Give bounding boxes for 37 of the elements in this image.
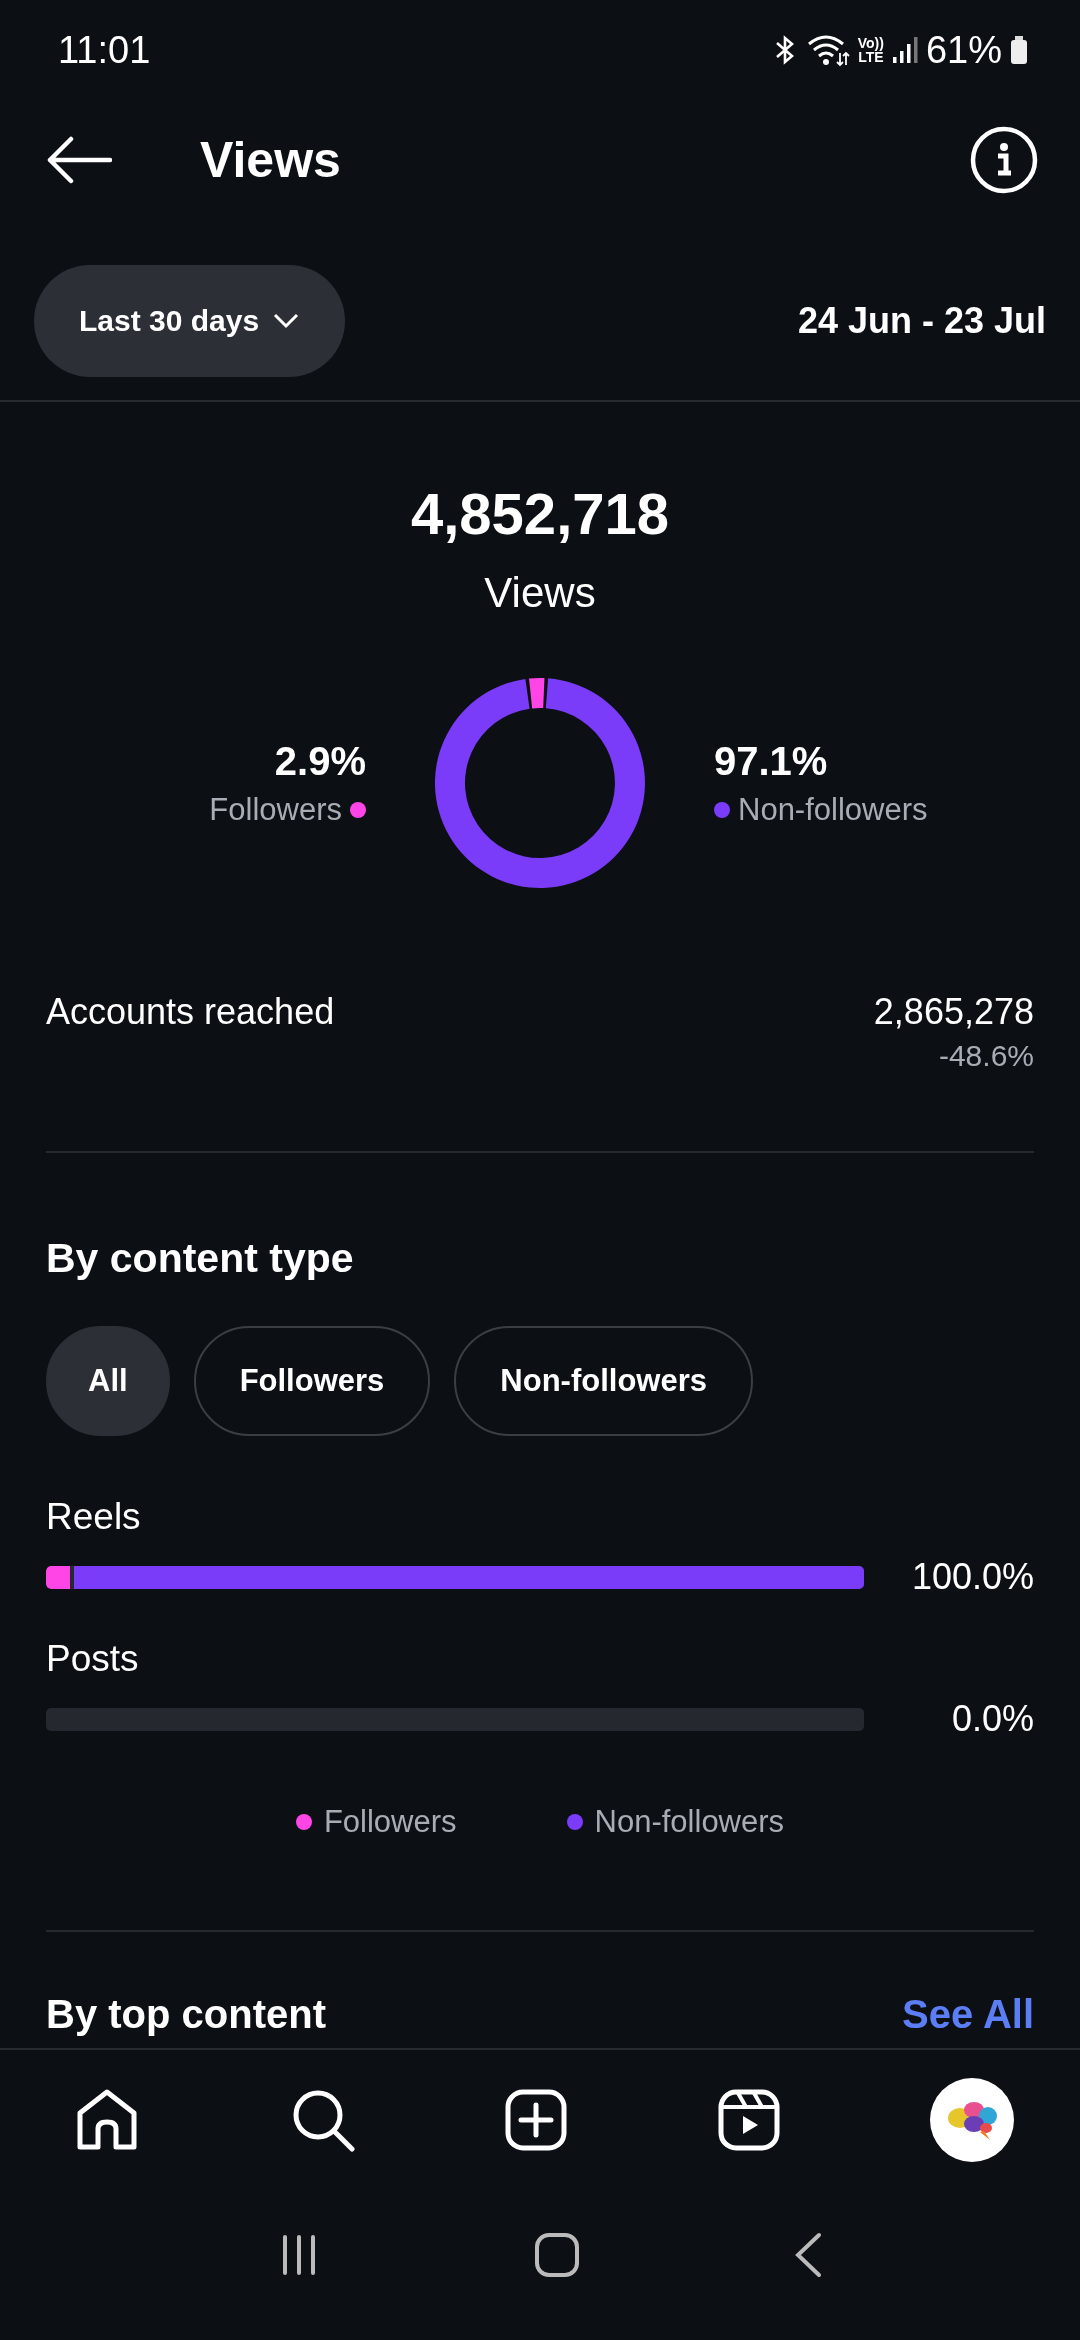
see-all-link[interactable]: See All bbox=[902, 1992, 1034, 2037]
volte-indicator: Vo)) LTE bbox=[857, 36, 884, 64]
filter-chip[interactable]: Non-followers bbox=[454, 1326, 753, 1436]
filter-chip[interactable]: Followers bbox=[193, 1326, 431, 1436]
section-title: By top content bbox=[46, 1992, 326, 2037]
content-type-percent: 0.0% bbox=[950, 1698, 1034, 1740]
legend-label: Non-followers bbox=[738, 791, 928, 828]
create-post-icon[interactable] bbox=[505, 2089, 567, 2151]
views-label: Views bbox=[483, 569, 597, 617]
wifi-icon bbox=[805, 33, 850, 67]
metric-change: -48.6% bbox=[938, 1039, 1034, 1073]
content-type-label: Reels bbox=[46, 1496, 142, 1538]
date-range-text: 24 Jun - 23 Jul bbox=[797, 300, 1046, 342]
filter-chip[interactable]: All bbox=[46, 1326, 170, 1436]
legend-label: Followers bbox=[209, 791, 342, 828]
home-button-icon[interactable] bbox=[534, 2232, 580, 2278]
followers-percent: 2.9% bbox=[274, 738, 366, 784]
page-title: Views bbox=[200, 131, 342, 189]
reels-icon[interactable] bbox=[717, 2089, 780, 2151]
battery-icon bbox=[1010, 35, 1028, 65]
metric-label: Accounts reached bbox=[46, 991, 335, 1034]
legend-label: Non-followers bbox=[594, 1804, 785, 1840]
section-title: By content type bbox=[46, 1235, 355, 1282]
content-type-label: Posts bbox=[46, 1638, 140, 1680]
metric-value: 2,865,278 bbox=[873, 991, 1034, 1033]
info-icon[interactable] bbox=[970, 126, 1038, 194]
views-total: 4,852,718 bbox=[410, 480, 670, 547]
back-arrow-icon[interactable] bbox=[46, 135, 112, 185]
date-range-dropdown[interactable]: Last 30 days bbox=[34, 265, 346, 377]
back-icon[interactable] bbox=[793, 2232, 824, 2278]
signal-icon bbox=[891, 35, 918, 65]
chevron-down-icon bbox=[273, 313, 300, 329]
battery-percent: 61% bbox=[925, 28, 1002, 72]
content-type-percent: 100.0% bbox=[910, 1556, 1034, 1598]
non-followers-percent: 97.1% bbox=[714, 738, 828, 784]
legend-label: Followers bbox=[323, 1804, 457, 1840]
status-time: 11:01 bbox=[58, 28, 151, 72]
